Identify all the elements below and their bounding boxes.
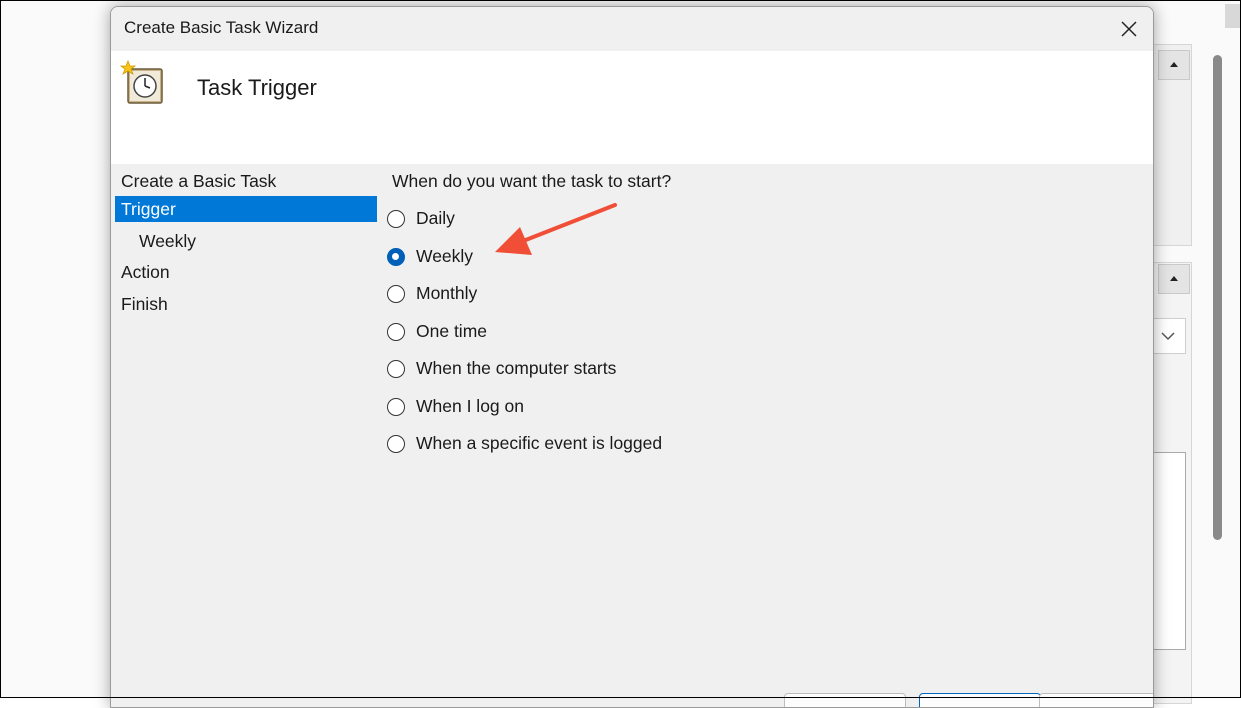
radio-button[interactable] (387, 398, 405, 416)
trigger-question: When do you want the task to start? (392, 171, 672, 191)
radio-label[interactable]: When a specific event is logged (416, 433, 662, 454)
close-button[interactable] (1111, 11, 1147, 47)
nav-step-label: Create a Basic Task (121, 171, 277, 191)
radio-button[interactable] (387, 285, 405, 303)
nav-step-weekly: Weekly (115, 228, 377, 254)
background-scrollbar-thumb[interactable] (1213, 55, 1222, 540)
wizard-header: Task Trigger (111, 51, 1153, 164)
background-textbox (1150, 452, 1186, 650)
nav-step-trigger: Trigger (115, 196, 377, 222)
window-title: Create Basic Task Wizard (124, 18, 319, 37)
nav-step-label: Action (121, 262, 170, 282)
background-dropdown[interactable] (1150, 318, 1186, 354)
back-button[interactable] (784, 693, 906, 707)
nav-step-label: Weekly (139, 231, 197, 251)
nav-step-finish: Finish (115, 291, 377, 317)
radio-button[interactable] (387, 210, 405, 228)
background-close-button[interactable] (1225, 4, 1241, 28)
radio-button[interactable] (387, 435, 405, 453)
nav-step-label: Trigger (121, 199, 176, 219)
background-scroll-up-button[interactable] (1158, 50, 1190, 80)
nav-step-create-basic-task: Create a Basic Task (115, 168, 377, 194)
radio-label[interactable]: Weekly (416, 246, 473, 267)
radio-label[interactable]: Daily (416, 208, 455, 229)
radio-label[interactable]: Monthly (416, 283, 477, 304)
nav-step-label: Finish (121, 294, 168, 314)
radio-button-checked[interactable] (387, 248, 405, 266)
title-bar[interactable]: Create Basic Task Wizard (111, 7, 1153, 51)
background-scroll-up-button-2[interactable] (1158, 264, 1190, 294)
radio-label[interactable]: When I log on (416, 396, 524, 417)
page-title: Task Trigger (197, 75, 317, 100)
chevron-down-icon (1161, 332, 1175, 341)
task-clock-icon (120, 59, 163, 104)
next-button[interactable] (919, 693, 1041, 707)
create-basic-task-wizard-dialog: Create Basic Task Wizard Task Trigger Cr… (110, 6, 1154, 708)
radio-button[interactable] (387, 360, 405, 378)
close-icon (1121, 21, 1137, 37)
radio-label[interactable]: One time (416, 321, 487, 342)
radio-label[interactable]: When the computer starts (416, 358, 616, 379)
cancel-button[interactable] (1039, 693, 1153, 707)
nav-step-action: Action (115, 259, 377, 285)
radio-button[interactable] (387, 323, 405, 341)
